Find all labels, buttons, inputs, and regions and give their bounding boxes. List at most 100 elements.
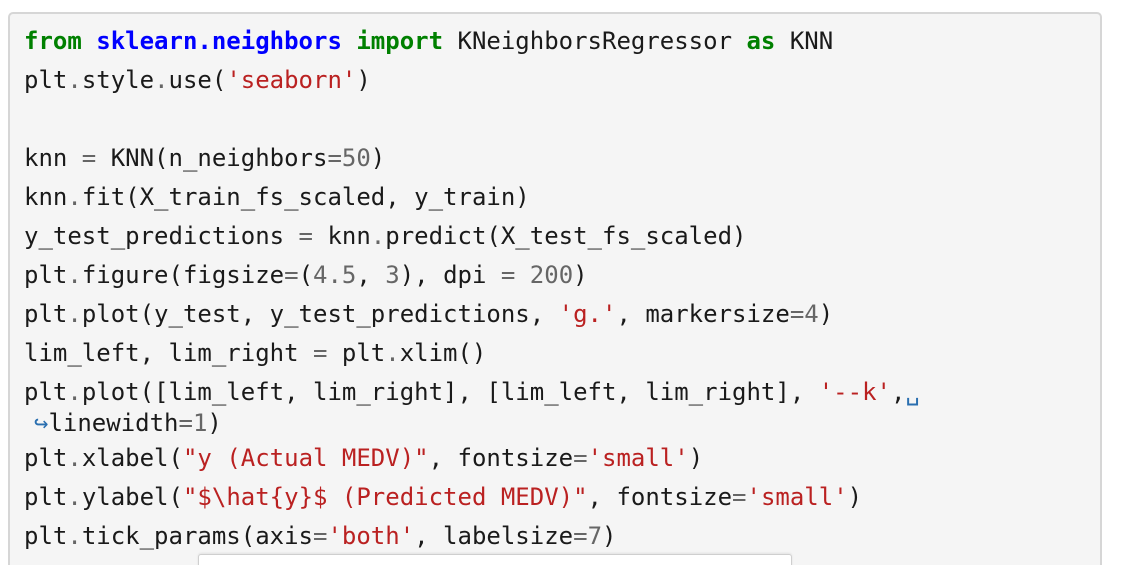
- code-token: y_test_predictions: [24, 222, 299, 250]
- code-token: .: [385, 339, 400, 367]
- code-token: .: [67, 522, 82, 550]
- code-token: ): [573, 261, 588, 289]
- code-token: 3: [385, 261, 400, 289]
- code-line: plt.figure(figsize=(4.5, 3), dpi = 200): [24, 256, 920, 295]
- code-token: plt: [24, 444, 68, 472]
- code-token: ): [356, 66, 371, 94]
- code-token: ): [370, 144, 386, 172]
- code-token: knn: [313, 222, 371, 250]
- code-token: =: [313, 522, 328, 550]
- code-token: =: [789, 300, 805, 328]
- code-token: plt: [24, 522, 68, 550]
- code-line: plt.tick_params(axis='both', labelsize=7…: [24, 517, 920, 556]
- code-token: .: [370, 222, 386, 250]
- code-token: xlabel(: [81, 444, 183, 472]
- code-line: plt.plot([lim_left, lim_right], [lim_lef…: [24, 373, 920, 412]
- code-token: =: [500, 261, 516, 289]
- code-token: "y (Actual MEDV)": [182, 444, 429, 472]
- code-token: plot(y_test, y_test_predictions,: [81, 300, 559, 328]
- code-token: knn: [24, 144, 82, 172]
- code-token: 7: [587, 522, 603, 550]
- code-token: '--k': [818, 378, 891, 406]
- code-token: plt: [24, 261, 68, 289]
- code-token: knn: [24, 183, 68, 211]
- code-token: ): [818, 300, 834, 328]
- code-token: linewidth: [48, 409, 179, 437]
- code-token: 4: [804, 300, 819, 328]
- code-token: ,: [890, 378, 906, 406]
- code-token: .: [67, 183, 82, 211]
- code-token: plt: [24, 483, 68, 511]
- code-token: =: [298, 222, 313, 250]
- code-token: , markersize: [616, 300, 790, 328]
- code-token: .: [154, 66, 169, 94]
- code-token: KNeighborsRegressor: [443, 27, 747, 55]
- code-token: plt: [24, 300, 68, 328]
- code-token: KNN(n_neighbors: [96, 144, 328, 172]
- code-token: (: [298, 261, 314, 289]
- line-wrap-icon: ␣: [905, 378, 920, 406]
- code-token: , fontsize: [587, 483, 733, 511]
- code-line-continuation: ↪linewidth=1): [24, 408, 920, 439]
- code-token: .: [67, 66, 82, 94]
- code-token: =: [284, 261, 299, 289]
- code-token: 1: [192, 409, 208, 437]
- horizontal-scrollbar[interactable]: [198, 554, 792, 565]
- code-token: ylabel(: [81, 483, 183, 511]
- code-token: plt: [24, 378, 68, 406]
- code-line: plt.plot(y_test, y_test_predictions, 'g.…: [24, 295, 920, 334]
- code-token: .: [67, 300, 82, 328]
- code-line: knn = KNN(n_neighbors=50): [24, 139, 920, 178]
- code-token: 50: [341, 144, 371, 172]
- code-token: 'small': [587, 444, 689, 472]
- code-token: sklearn.neighbors: [96, 27, 342, 55]
- code-line: from sklearn.neighbors import KNeighbors…: [24, 22, 920, 61]
- code-line: y_test_predictions = knn.predict(X_test_…: [24, 217, 920, 256]
- code-token: ): [207, 409, 222, 437]
- code-token: tick_params(axis: [81, 522, 313, 550]
- code-token: , labelsize: [414, 522, 574, 550]
- code-token: .: [67, 444, 82, 472]
- code-token: import: [356, 27, 444, 55]
- code-token: predict(X_test_fs_scaled): [385, 222, 747, 250]
- code-token: lim_left, lim_right: [24, 339, 313, 367]
- code-token: ): [847, 483, 863, 511]
- code-token: .: [67, 483, 82, 511]
- code-line: plt.style.use('seaborn'): [24, 61, 920, 100]
- code-token: from: [24, 27, 82, 55]
- code-line: knn.fit(X_train_fs_scaled, y_train): [24, 178, 920, 217]
- code-token: =: [573, 444, 588, 472]
- code-token: =: [732, 483, 747, 511]
- code-token: KNN: [775, 27, 834, 55]
- code-line: plt.ylabel("$\hat{y}$ (Predicted MEDV)",…: [24, 478, 920, 517]
- code-token: =: [327, 144, 342, 172]
- code-token: xlim(): [399, 339, 487, 367]
- code-token: =: [312, 339, 328, 367]
- code-editor[interactable]: from sklearn.neighbors import KNeighbors…: [24, 22, 920, 556]
- code-token: ), dpi: [399, 261, 501, 289]
- code-token: use(: [168, 66, 227, 94]
- code-token: plt: [327, 339, 386, 367]
- line-wrap-icon: ↪: [34, 409, 49, 437]
- code-cell[interactable]: from sklearn.neighbors import KNeighbors…: [8, 12, 1102, 565]
- code-token: =: [81, 144, 97, 172]
- code-token: 200: [529, 261, 574, 289]
- code-token: fit(X_train_fs_scaled, y_train): [81, 183, 530, 211]
- code-token: style: [81, 66, 155, 94]
- code-token: .: [67, 261, 82, 289]
- code-token: =: [178, 409, 193, 437]
- code-token: as: [746, 27, 776, 55]
- code-token: 'both': [327, 522, 415, 550]
- code-line: lim_left, lim_right = plt.xlim(): [24, 334, 920, 373]
- code-token: 4.5: [313, 261, 357, 289]
- code-token: ): [602, 522, 617, 550]
- code-token: "$\hat{y}$ (Predicted MEDV)": [182, 483, 588, 511]
- code-token: 'small': [746, 483, 848, 511]
- code-token: , fontsize: [428, 444, 574, 472]
- code-token: plt: [24, 66, 68, 94]
- code-line: plt.xlabel("y (Actual MEDV)", fontsize='…: [24, 439, 920, 478]
